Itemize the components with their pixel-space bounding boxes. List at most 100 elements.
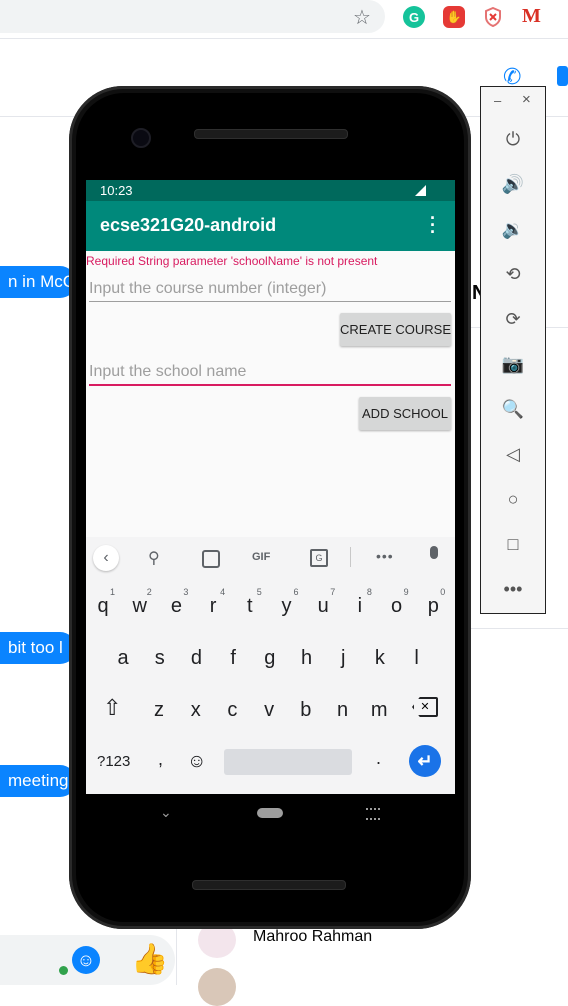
backspace-icon[interactable]: ✕ (412, 697, 438, 717)
key-t[interactable]: t (235, 595, 265, 618)
adblock-icon[interactable]: ✋ (443, 6, 465, 28)
overview-icon[interactable]: □ (501, 532, 525, 556)
school-name-input[interactable]: Input the school name (89, 363, 451, 386)
key-hint: 6 (293, 587, 299, 597)
gmail-icon[interactable]: M (522, 5, 541, 28)
zoom-icon[interactable]: 🔍 (501, 397, 525, 421)
key-k[interactable]: k (365, 647, 395, 670)
key-hint: 0 (440, 587, 446, 597)
shield-icon[interactable] (484, 6, 502, 28)
emoji-key-icon[interactable]: ☺ (187, 751, 206, 773)
key-f[interactable]: f (218, 647, 248, 670)
grammarly-icon[interactable]: G (403, 6, 425, 28)
key-m[interactable]: m (364, 699, 394, 722)
key-hint: 8 (366, 587, 372, 597)
key-p[interactable]: p (418, 595, 448, 618)
like-icon[interactable]: 👍 (131, 942, 168, 977)
message-bubble[interactable]: n in McCo (0, 266, 76, 298)
spacebar[interactable] (224, 749, 352, 775)
key-d[interactable]: d (181, 647, 211, 670)
key-y[interactable]: y (272, 595, 302, 618)
course-number-input[interactable]: Input the course number (integer) (89, 280, 451, 302)
overflow-menu-icon[interactable]: · · · (430, 209, 436, 241)
key-hint: 5 (256, 587, 262, 597)
key-g[interactable]: g (255, 647, 285, 670)
key-h[interactable]: h (292, 647, 322, 670)
emulator-control-panel: – × ⏻ 🔊 🔉 ⟲ ⟳ 📷 🔍 ◁ ○ □ ••• (480, 86, 546, 614)
error-message: Required String parameter 'schoolName' i… (86, 254, 378, 268)
key-s[interactable]: s (145, 647, 175, 670)
key-u[interactable]: u (308, 595, 338, 618)
app-bar: ecse321G20-android · · · (86, 201, 455, 251)
key-r[interactable]: r (198, 595, 228, 618)
key-q[interactable]: q (88, 595, 118, 618)
key-i[interactable]: i (345, 595, 375, 618)
online-dot-icon (59, 966, 68, 975)
volume-up-icon[interactable]: 🔊 (501, 172, 525, 196)
gif-button[interactable]: GIF (252, 551, 270, 563)
symbols-key[interactable]: ?123 (97, 753, 130, 770)
enter-icon[interactable]: ↵ (409, 745, 441, 777)
signal-icon (415, 185, 426, 196)
back-icon[interactable]: ◁ (501, 442, 525, 466)
status-bar: 10:23 (86, 180, 455, 201)
key-a[interactable]: a (108, 647, 138, 670)
translate-icon[interactable]: G (310, 549, 328, 567)
create-course-button[interactable]: CREATE COURSE (340, 313, 451, 346)
address-bar[interactable] (0, 0, 385, 33)
contact-name[interactable]: Mahroo Rahman (253, 928, 372, 946)
soft-keyboard: ‹ ⚲ GIF G ••• q1w2e3r4t5y6u7i8o9p0 asdfg… (86, 537, 455, 794)
shift-icon[interactable]: ⇧ (103, 695, 121, 721)
emoji-icon[interactable]: ☺ (72, 946, 100, 974)
browser-toolbar: ☆ G ✋ M (0, 0, 568, 36)
more-options-icon[interactable]: ••• (501, 577, 525, 601)
minimize-button[interactable]: – (494, 93, 501, 108)
star-icon[interactable]: ☆ (353, 5, 371, 30)
message-bubble[interactable]: bit too l (0, 632, 76, 664)
divider-vertical (176, 929, 177, 985)
back-nav-icon[interactable]: ⌄ (160, 804, 172, 821)
key-c[interactable]: c (217, 699, 247, 722)
key-x[interactable]: x (181, 699, 211, 722)
key-v[interactable]: v (254, 699, 284, 722)
keyboard-switch-icon[interactable] (366, 808, 380, 820)
key-z[interactable]: z (144, 699, 174, 722)
key-e[interactable]: e (161, 595, 191, 618)
home-pill-icon[interactable] (257, 808, 283, 818)
key-hint: 9 (403, 587, 409, 597)
key-b[interactable]: b (291, 699, 321, 722)
rotate-right-icon[interactable]: ⟳ (501, 307, 525, 331)
course-number-placeholder: Input the course number (integer) (89, 280, 327, 297)
key-n[interactable]: n (328, 699, 358, 722)
key-hint: 2 (146, 587, 152, 597)
key-hint: 7 (330, 587, 336, 597)
comma-key[interactable]: , (158, 749, 163, 770)
top-speaker (194, 129, 348, 139)
close-button[interactable]: × (522, 91, 531, 108)
avatar[interactable] (198, 968, 236, 1006)
home-icon[interactable]: ○ (501, 487, 525, 511)
volume-down-icon[interactable]: 🔉 (501, 217, 525, 241)
key-w[interactable]: w (125, 595, 155, 618)
toolbar-separator (350, 547, 351, 567)
rotate-left-icon[interactable]: ⟲ (501, 262, 525, 286)
camera-icon[interactable]: 📷 (501, 352, 525, 376)
app-title: ecse321G20-android (100, 215, 277, 235)
message-bubble[interactable]: meeting (0, 765, 76, 797)
search-icon[interactable]: ⚲ (148, 548, 160, 568)
microphone-icon[interactable] (430, 546, 438, 559)
sticker-icon[interactable] (202, 550, 220, 568)
key-hint: 3 (183, 587, 189, 597)
phone-screen: 10:23 ecse321G20-android · · · Required St… (86, 180, 455, 794)
key-o[interactable]: o (382, 595, 412, 618)
video-call-icon[interactable] (557, 66, 568, 86)
key-hint: 1 (110, 587, 116, 597)
power-icon[interactable]: ⏻ (501, 127, 525, 151)
chevron-left-icon[interactable]: ‹ (93, 545, 119, 571)
more-icon[interactable]: ••• (376, 548, 394, 564)
key-j[interactable]: j (328, 647, 358, 670)
period-key[interactable]: . (376, 748, 381, 769)
status-time: 10:23 (100, 183, 133, 198)
add-school-button[interactable]: ADD SCHOOL (359, 397, 451, 430)
key-l[interactable]: l (402, 647, 432, 670)
